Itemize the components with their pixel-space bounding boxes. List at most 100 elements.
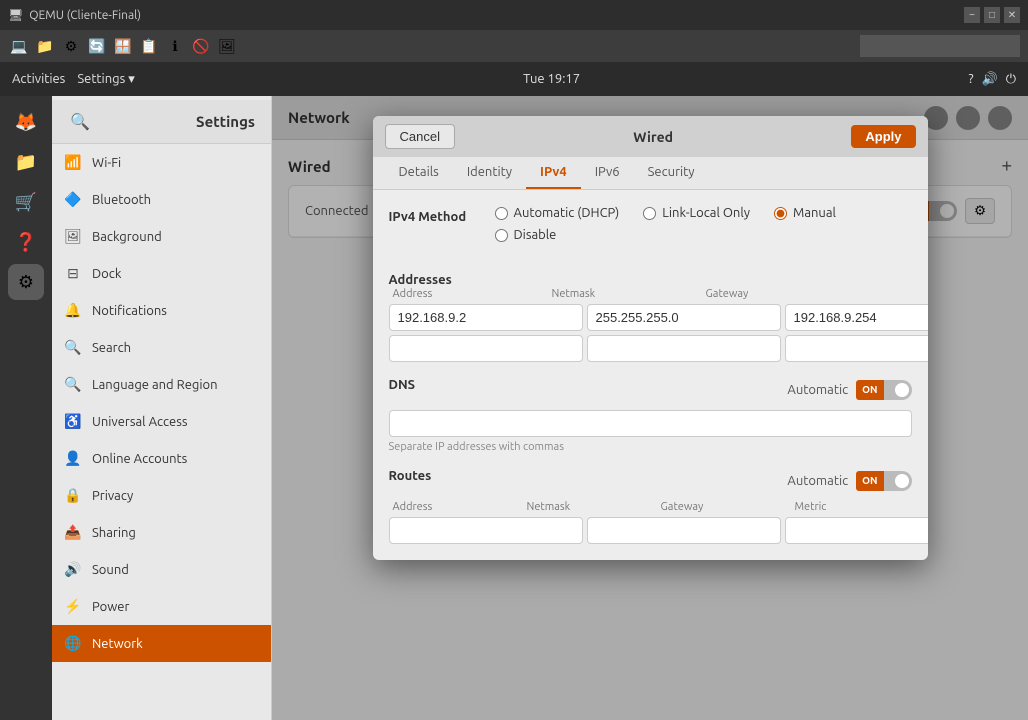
- taskbar-icon-folder[interactable]: 📁: [34, 35, 56, 57]
- ipv4-method-label: IPv4 Method: [389, 206, 479, 224]
- sidebar-item-sound[interactable]: 🔊 Sound: [52, 551, 271, 588]
- radio-manual-label: Manual: [793, 206, 836, 220]
- col-netmask-header: Netmask: [552, 288, 702, 300]
- topbar-left: Activities Settings ▾: [12, 72, 135, 87]
- col-headers: Address Netmask Gateway: [389, 288, 912, 300]
- cancel-button[interactable]: Cancel: [385, 124, 455, 149]
- title-bar: 🖥 QEMU (Cliente-Final) − □ ✕: [0, 0, 1028, 30]
- routes-metric-header: Metric: [795, 501, 875, 513]
- routes-row-1: ✕: [389, 517, 912, 544]
- sidebar-item-online[interactable]: 👤 Online Accounts: [52, 440, 271, 477]
- sidebar-item-privacy[interactable]: 🔒 Privacy: [52, 477, 271, 514]
- routes-address-header: Address: [393, 501, 523, 513]
- wired-modal: Cancel Wired Apply Details Identity IPv4…: [373, 116, 928, 560]
- taskbar-icon-doc[interactable]: 📋: [138, 35, 160, 57]
- sidebar-item-sharing[interactable]: 📤 Sharing: [52, 514, 271, 551]
- settings-menu[interactable]: Settings ▾: [77, 72, 134, 87]
- dns-input[interactable]: [389, 410, 912, 437]
- netmask-input-1[interactable]: [587, 304, 781, 331]
- address-input-1[interactable]: [389, 304, 583, 331]
- taskbar-icon-info[interactable]: ℹ: [164, 35, 186, 57]
- minimize-button[interactable]: −: [964, 7, 980, 23]
- dns-toggle-slider: [884, 380, 912, 400]
- apply-button[interactable]: Apply: [851, 125, 915, 148]
- sidebar-item-notifications[interactable]: 🔔 Notifications: [52, 292, 271, 329]
- dns-controls: Automatic ON: [787, 380, 911, 400]
- taskbar-search-input[interactable]: [860, 35, 1020, 57]
- routes-label: Routes: [389, 469, 432, 483]
- sidebar-label-sharing: Sharing: [92, 526, 136, 540]
- taskbar-icon-refresh[interactable]: 🔄: [86, 35, 108, 57]
- help-icon[interactable]: ?: [968, 72, 973, 86]
- window-controls: − □ ✕: [964, 7, 1020, 23]
- online-icon: 👤: [64, 450, 82, 467]
- topbar-right: ? 🔊 ⏻: [968, 72, 1016, 87]
- routes-toggle[interactable]: ON: [856, 471, 911, 491]
- sidebar-label-power: Power: [92, 600, 129, 614]
- routes-col-headers: Address Netmask Gateway Metric: [389, 501, 912, 513]
- radio-dhcp[interactable]: Automatic (DHCP): [495, 206, 620, 220]
- dock-icon-store[interactable]: 🛒: [8, 184, 44, 220]
- taskbar-icon-windows[interactable]: 🪟: [112, 35, 134, 57]
- taskbar-icon-cancel[interactable]: 🚫: [190, 35, 212, 57]
- routes-netmask-input[interactable]: [587, 517, 781, 544]
- netmask-input-2[interactable]: [587, 335, 781, 362]
- taskbar-icon-computer[interactable]: 💻: [8, 35, 30, 57]
- routes-section: Routes Automatic ON Address N: [389, 469, 912, 544]
- gateway-input-1[interactable]: [785, 304, 928, 331]
- maximize-button[interactable]: □: [984, 7, 1000, 23]
- dock-icon-firefox[interactable]: 🦊: [8, 104, 44, 140]
- sidebar-item-wifi[interactable]: 📶 Wi-Fi: [52, 144, 271, 181]
- tab-ipv4[interactable]: IPv4: [526, 157, 581, 189]
- radio-dhcp-label: Automatic (DHCP): [514, 206, 620, 220]
- taskbar-icon-image[interactable]: 🖼: [216, 35, 238, 57]
- address-row-1: ✕: [389, 304, 912, 331]
- radio-group: Automatic (DHCP) Link-Local Only Manual: [495, 206, 912, 242]
- radio-manual[interactable]: Manual: [774, 206, 836, 220]
- wifi-icon: 📶: [64, 154, 82, 171]
- routes-toggle-on-label: ON: [856, 471, 883, 491]
- activities-button[interactable]: Activities: [12, 72, 65, 86]
- bluetooth-icon: 🔷: [64, 191, 82, 208]
- taskbar-icon-gear[interactable]: ⚙: [60, 35, 82, 57]
- volume-icon[interactable]: 🔊: [982, 72, 998, 87]
- routes-section-row: Routes Automatic ON: [389, 469, 912, 493]
- search-icon[interactable]: 🔍: [68, 110, 92, 134]
- dns-label: DNS: [389, 378, 416, 392]
- dock-icon-help[interactable]: ❓: [8, 224, 44, 260]
- sidebar-item-language[interactable]: 🔍 Language and Region: [52, 366, 271, 403]
- radio-link-local-input[interactable]: [643, 207, 656, 220]
- close-button[interactable]: ✕: [1004, 7, 1020, 23]
- radio-link-local[interactable]: Link-Local Only: [643, 206, 750, 220]
- tab-ipv6[interactable]: IPv6: [581, 157, 634, 189]
- sidebar-item-power[interactable]: ⚡ Power: [52, 588, 271, 625]
- routes-gateway-input[interactable]: [785, 517, 928, 544]
- settings-header: 🔍 Settings: [52, 100, 271, 144]
- radio-dhcp-input[interactable]: [495, 207, 508, 220]
- sidebar-item-network[interactable]: 🌐 Network: [52, 625, 271, 662]
- sidebar-label-notifications: Notifications: [92, 304, 167, 318]
- sidebar-item-search[interactable]: 🔍 Search: [52, 329, 271, 366]
- gateway-input-2[interactable]: [785, 335, 928, 362]
- search-sidebar-icon: 🔍: [64, 339, 82, 356]
- routes-address-input[interactable]: [389, 517, 583, 544]
- sidebar-item-background[interactable]: 🖼 Background: [52, 218, 271, 255]
- address-input-2[interactable]: [389, 335, 583, 362]
- radio-disable[interactable]: Disable: [495, 228, 557, 242]
- radio-disable-input[interactable]: [495, 229, 508, 242]
- dns-toggle[interactable]: ON: [856, 380, 911, 400]
- power-icon[interactable]: ⏻: [1006, 72, 1016, 87]
- tab-details[interactable]: Details: [385, 157, 453, 189]
- sidebar-label-network: Network: [92, 637, 143, 651]
- sidebar-item-dock[interactable]: ⊟ Dock: [52, 255, 271, 292]
- radio-manual-input[interactable]: [774, 207, 787, 220]
- dns-section-row: DNS Automatic ON: [389, 378, 912, 402]
- tab-security[interactable]: Security: [634, 157, 709, 189]
- window-title: QEMU (Cliente-Final): [29, 9, 141, 22]
- sidebar-item-bluetooth[interactable]: 🔷 Bluetooth: [52, 181, 271, 218]
- taskbar: 💻 📁 ⚙ 🔄 🪟 📋 ℹ 🚫 🖼: [0, 30, 1028, 62]
- dock-icon-files[interactable]: 📁: [8, 144, 44, 180]
- dock-icon-settings[interactable]: ⚙: [8, 264, 44, 300]
- tab-identity[interactable]: Identity: [453, 157, 526, 189]
- sidebar-item-universal[interactable]: ♿ Universal Access: [52, 403, 271, 440]
